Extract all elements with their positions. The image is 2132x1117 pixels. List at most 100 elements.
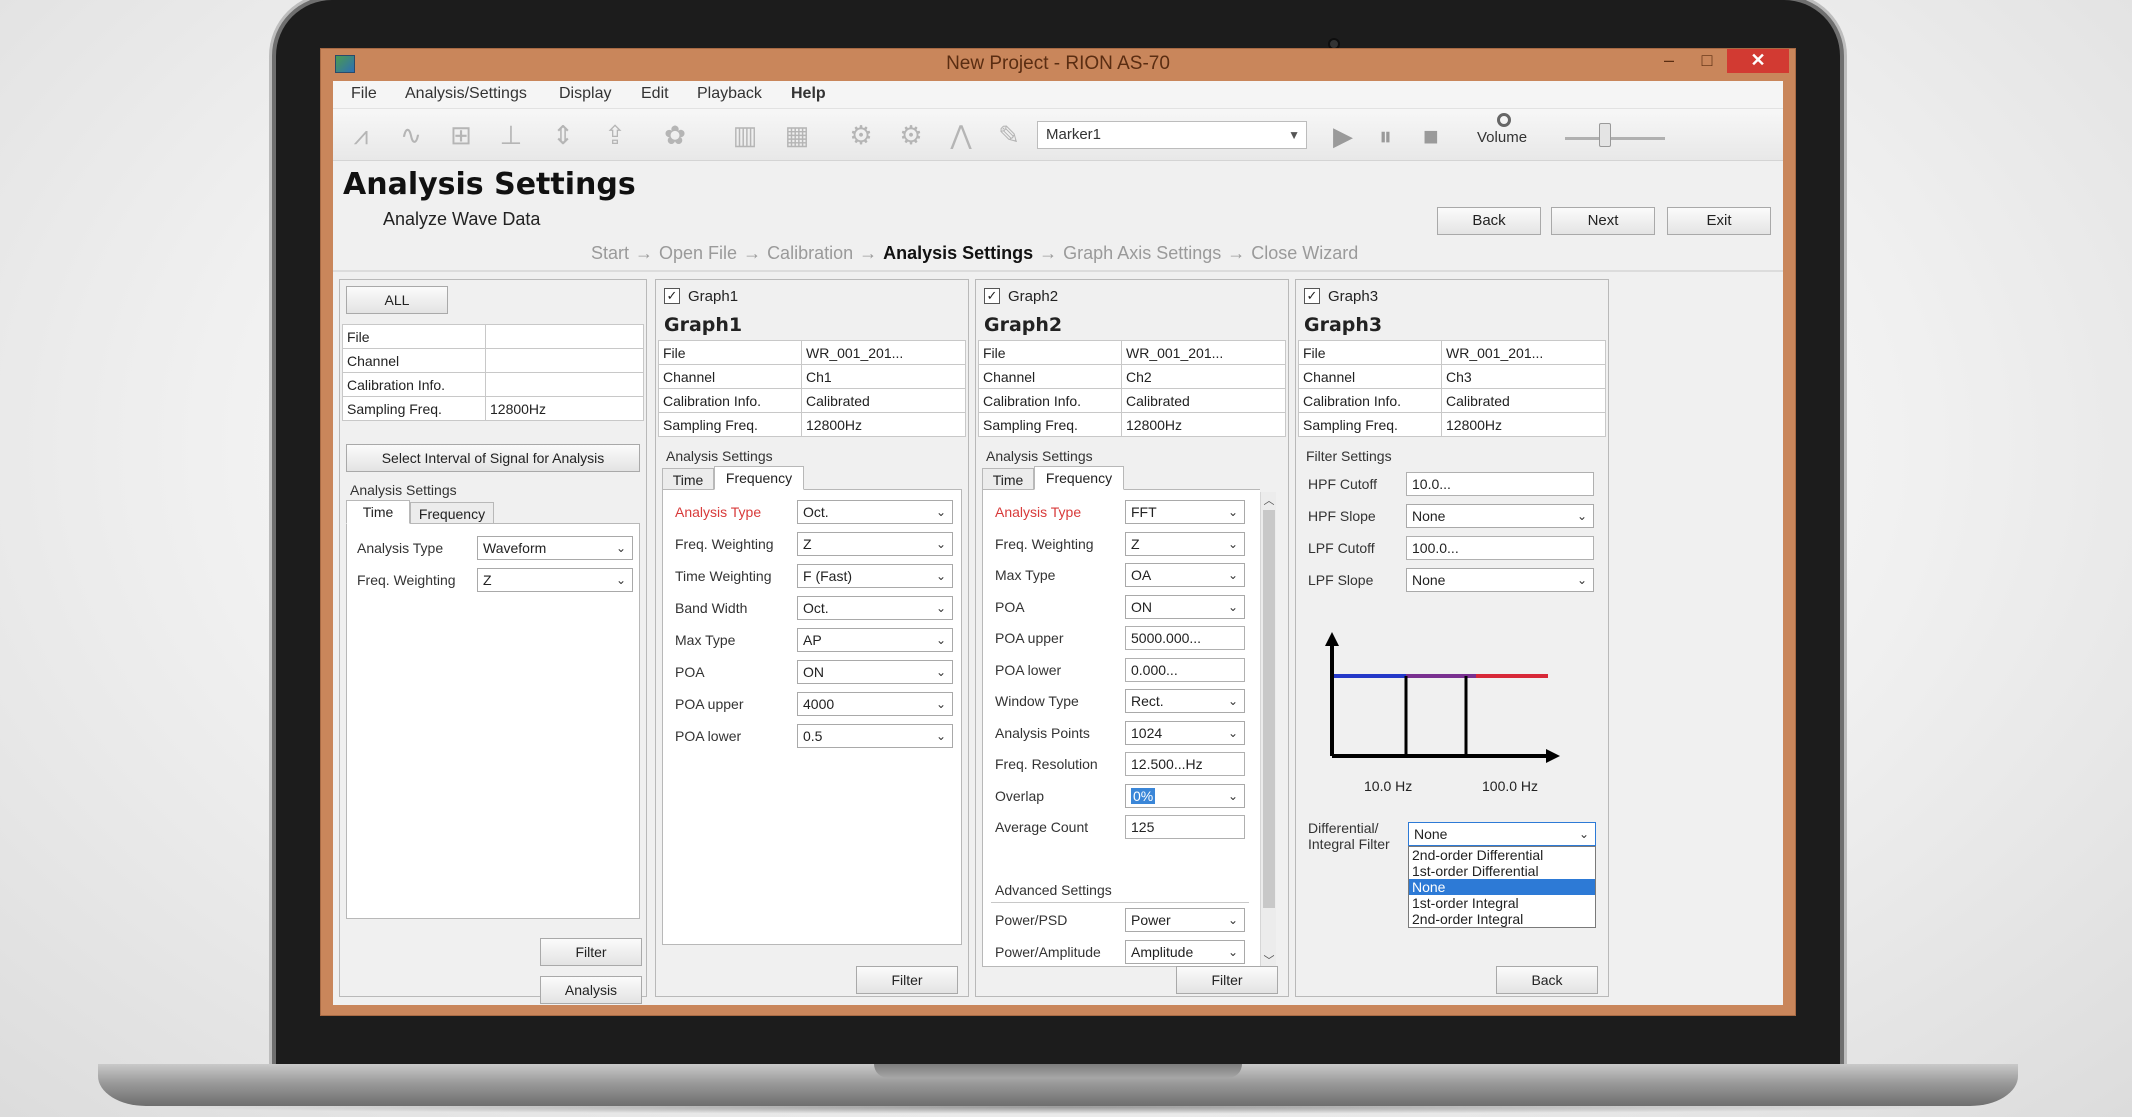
play-icon[interactable]: ▶ bbox=[1333, 121, 1353, 152]
field-select[interactable]: Oct. ⌄ bbox=[797, 500, 953, 524]
scroll-up-icon[interactable]: ︿ bbox=[1261, 492, 1277, 508]
analysis-settings-label: Analysis Settings bbox=[350, 482, 457, 498]
dropdown-option[interactable]: 1st-order Integral bbox=[1409, 895, 1595, 911]
volume-icon bbox=[1497, 113, 1511, 127]
field-label: POA bbox=[995, 598, 1025, 615]
zoom-fit-icon[interactable]: ⇕ bbox=[543, 117, 583, 153]
table-icon[interactable]: ▦ bbox=[777, 117, 817, 153]
menu-file[interactable]: File bbox=[351, 85, 377, 103]
field-value: AP bbox=[803, 632, 822, 648]
dropdown-option[interactable]: 2nd-order Integral bbox=[1409, 911, 1595, 927]
analysis-button[interactable]: Analysis bbox=[540, 976, 642, 1004]
menu-playback[interactable]: Playback bbox=[697, 85, 762, 103]
field-input[interactable]: 5000.000... bbox=[1125, 626, 1245, 650]
field-input[interactable]: 0.000... bbox=[1125, 657, 1245, 682]
scrollbar[interactable]: ︿ ﹀ bbox=[1260, 492, 1276, 968]
peak-icon[interactable]: ⋀ bbox=[941, 117, 981, 153]
fft-icon[interactable]: ▥ bbox=[725, 117, 765, 153]
dropdown-option[interactable]: 1st-order Differential bbox=[1409, 863, 1595, 879]
field-select[interactable]: 0.5 ⌄ bbox=[797, 724, 953, 748]
crumb-arrow: → bbox=[1227, 243, 1246, 263]
power-psd-value: Power bbox=[1131, 912, 1171, 928]
table-row: Sampling Freq. 12800Hz bbox=[342, 396, 644, 421]
gear-down-icon[interactable]: ⚙ bbox=[891, 117, 931, 153]
select-interval-button[interactable]: Select Interval of Signal for Analysis bbox=[346, 444, 640, 472]
dropdown-option[interactable]: None bbox=[1409, 879, 1595, 895]
table-key: Calibration Info. bbox=[342, 372, 486, 397]
menu-analysis-settings[interactable]: Analysis/Settings bbox=[405, 85, 527, 103]
menu-help[interactable]: Help bbox=[791, 85, 826, 103]
tab-time[interactable]: Time bbox=[346, 500, 410, 524]
scroll-thumb[interactable] bbox=[1263, 510, 1275, 908]
power-amplitude-select[interactable]: Amplitude ⌄ bbox=[1125, 940, 1245, 964]
field-select[interactable]: ON ⌄ bbox=[797, 660, 953, 684]
hpf-cutoff-input[interactable]: 10.0... bbox=[1406, 472, 1594, 496]
graph1-checkbox[interactable]: ✓ bbox=[664, 288, 680, 304]
table-value: Calibrated bbox=[1121, 388, 1286, 413]
pen-icon[interactable]: ✎ bbox=[989, 117, 1029, 153]
maximize-button[interactable]: □ bbox=[1689, 49, 1725, 73]
field-select[interactable]: ON ⌄ bbox=[1125, 594, 1245, 619]
graph2-checkbox[interactable]: ✓ bbox=[984, 288, 1000, 304]
analysis-type-select[interactable]: Waveform ⌄ bbox=[477, 536, 633, 560]
dropdown-option[interactable]: 2nd-order Differential bbox=[1409, 847, 1595, 863]
marker-value: Marker1 bbox=[1046, 126, 1102, 143]
stop-icon[interactable]: ■ bbox=[1423, 121, 1439, 152]
table-row: Channel Ch3 bbox=[1298, 364, 1606, 389]
menu-display[interactable]: Display bbox=[559, 85, 611, 103]
all-button[interactable]: ALL bbox=[346, 286, 448, 314]
menu-edit[interactable]: Edit bbox=[641, 85, 669, 103]
power-psd-select[interactable]: Power ⌄ bbox=[1125, 908, 1245, 932]
tab-content: Analysis Type Waveform ⌄ Freq. Weighting … bbox=[346, 523, 640, 919]
lpf-cutoff-input[interactable]: 100.0... bbox=[1406, 536, 1594, 560]
analysis-type-label: Analysis Type bbox=[357, 540, 444, 556]
filter-button[interactable]: Filter bbox=[1176, 966, 1278, 994]
spectrum-icon[interactable]: ⩘ bbox=[341, 117, 381, 153]
wave-icon[interactable]: ∿ bbox=[391, 117, 431, 153]
pause-icon[interactable]: ⏸ bbox=[1379, 121, 1392, 153]
field-select[interactable]: OA ⌄ bbox=[1125, 563, 1245, 587]
field-select[interactable]: Rect. ⌄ bbox=[1125, 689, 1245, 713]
next-button[interactable]: Next bbox=[1551, 207, 1655, 235]
volume-slider-thumb[interactable] bbox=[1599, 123, 1611, 147]
field-input[interactable]: 12.500...Hz bbox=[1125, 752, 1245, 776]
close-button[interactable]: ✕ bbox=[1727, 49, 1789, 73]
gear-icon[interactable]: ⚙ bbox=[841, 117, 881, 153]
field-select[interactable]: F (Fast) ⌄ bbox=[797, 564, 953, 588]
back-button[interactable]: Back bbox=[1496, 966, 1598, 994]
diff-filter-select[interactable]: None ⌄ bbox=[1408, 822, 1596, 846]
multi-graph-icon[interactable]: ⊞ bbox=[441, 117, 481, 153]
field-select[interactable]: AP ⌄ bbox=[797, 628, 953, 652]
field-select[interactable]: Z ⌄ bbox=[1125, 531, 1245, 556]
field-select[interactable]: 0% ⌄ bbox=[1125, 783, 1245, 808]
back-button[interactable]: Back bbox=[1437, 207, 1541, 235]
table-row: Calibration Info. Calibrated bbox=[978, 388, 1286, 413]
tab-frequency[interactable]: Frequency bbox=[1034, 466, 1124, 490]
field-select[interactable]: Z ⌄ bbox=[797, 532, 953, 556]
table-key: File bbox=[978, 340, 1122, 365]
field-select[interactable]: Oct. ⌄ bbox=[797, 596, 953, 620]
filter-button[interactable]: Filter bbox=[856, 966, 958, 994]
field-input[interactable]: 125 bbox=[1125, 815, 1245, 839]
axis-icon[interactable]: ⊥ bbox=[491, 117, 531, 153]
chevron-down-icon: ⌄ bbox=[935, 537, 946, 551]
settings-icon[interactable]: ✿ bbox=[655, 117, 695, 153]
marker-select[interactable]: Marker1 ▼ bbox=[1037, 121, 1307, 149]
freq-weighting-select[interactable]: Z ⌄ bbox=[477, 568, 633, 592]
minimize-button[interactable]: – bbox=[1651, 49, 1687, 73]
chevron-down-icon: ⌄ bbox=[1227, 913, 1238, 927]
hpf-slope-select[interactable]: None ⌄ bbox=[1406, 504, 1594, 528]
exit-button[interactable]: Exit bbox=[1667, 207, 1771, 235]
tab-content: Advanced Settings Power/PSD Power ⌄ Power… bbox=[982, 489, 1260, 967]
field-select[interactable]: 1024 ⌄ bbox=[1125, 720, 1245, 745]
tab-frequency[interactable]: Frequency bbox=[714, 466, 804, 490]
field-select[interactable]: FFT ⌄ bbox=[1125, 500, 1245, 524]
graph3-checkbox[interactable]: ✓ bbox=[1304, 288, 1320, 304]
field-select[interactable]: 4000 ⌄ bbox=[797, 692, 953, 716]
volume-slider[interactable] bbox=[1565, 137, 1665, 140]
chevron-down-icon: ⌄ bbox=[935, 569, 946, 583]
lpf-slope-select[interactable]: None ⌄ bbox=[1406, 568, 1594, 592]
divider bbox=[991, 902, 1249, 903]
filter-button[interactable]: Filter bbox=[540, 938, 642, 966]
export-icon[interactable]: ⇪ bbox=[595, 117, 635, 153]
